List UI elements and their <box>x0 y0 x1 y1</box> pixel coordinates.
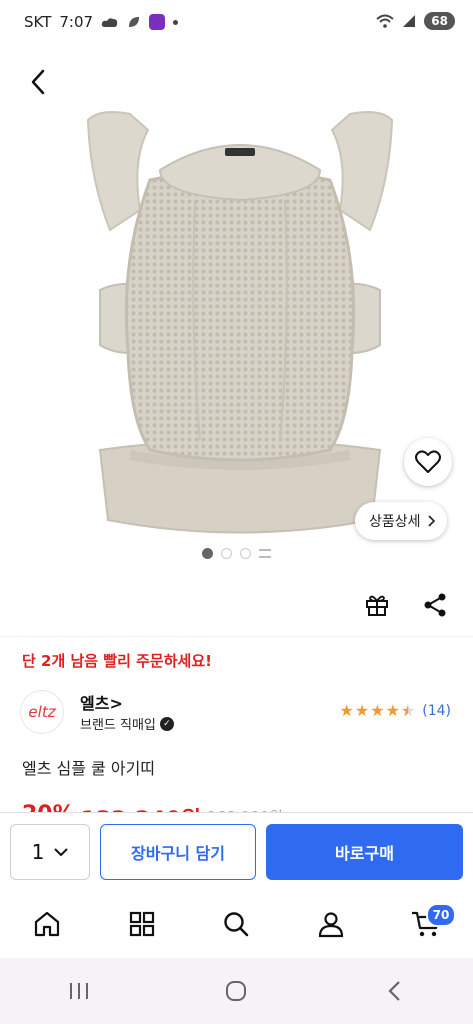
dot-icon <box>173 19 179 25</box>
star-icon: ★ <box>354 701 370 720</box>
category-icon <box>129 911 154 937</box>
star-icon: ★ <box>370 701 385 720</box>
chevron-left-icon <box>31 69 45 95</box>
chevron-right-icon <box>427 515 435 527</box>
battery-indicator: 68 <box>424 12 455 30</box>
gift-icon <box>366 595 388 616</box>
home-icon <box>35 911 60 937</box>
tab-home[interactable] <box>17 899 77 949</box>
verified-check-icon: ✓ <box>159 716 174 731</box>
back-button[interactable] <box>22 62 54 102</box>
product-detail-button[interactable]: 상품상세 <box>355 502 447 540</box>
status-left: SKT 7:07 <box>24 13 179 31</box>
purchase-bar: 1 장바구니 담기 바로구매 <box>0 812 473 892</box>
recent-apps-icon <box>69 983 88 999</box>
review-count[interactable]: (14) <box>422 703 451 719</box>
quantity-value: 1 <box>31 840 45 864</box>
system-back-button[interactable] <box>364 971 424 1011</box>
gift-button[interactable] <box>362 590 392 620</box>
clock-text: 7:07 <box>59 13 94 31</box>
heart-icon <box>415 450 441 473</box>
brand-logo-text: eltz <box>28 703 56 721</box>
tab-cart[interactable]: 70 <box>396 899 457 949</box>
status-right: 68 <box>376 12 455 30</box>
share-icon <box>424 593 446 617</box>
share-button[interactable] <box>420 590 450 620</box>
wishlist-button[interactable] <box>404 438 452 486</box>
recent-apps-button[interactable] <box>49 971 109 1011</box>
product-image[interactable] <box>60 100 420 560</box>
brand-subtitle-text: 브랜드 직매입 <box>80 718 156 733</box>
brand-logo[interactable]: eltz <box>20 690 64 734</box>
home-system-button[interactable] <box>206 971 266 1011</box>
tab-search[interactable] <box>206 899 266 949</box>
pager-dot[interactable] <box>221 548 232 559</box>
wifi-icon <box>376 14 394 28</box>
leaf-icon <box>129 17 140 27</box>
brand-subtitle: 브랜드 직매입 ✓ <box>80 714 174 733</box>
half-star-icon: ★ <box>400 701 416 720</box>
home-circle-icon <box>226 981 247 1001</box>
add-to-cart-button[interactable]: 장바구니 담기 <box>100 824 256 880</box>
chevron-down-icon <box>54 847 69 856</box>
cloud-icon <box>101 18 118 27</box>
pager-more-icon[interactable] <box>259 549 271 558</box>
cart-count-badge: 70 <box>425 903 457 927</box>
quantity-select[interactable]: 1 <box>10 824 90 880</box>
brand-name-link[interactable]: 엘츠> <box>80 690 123 714</box>
star-icon: ★ <box>339 701 354 720</box>
system-navigation-bar <box>0 958 473 1024</box>
rating[interactable]: ★ ★ ★ ★ ★ (14) <box>340 701 451 720</box>
star-icon: ★ <box>385 701 400 720</box>
back-arrow-icon <box>388 981 400 1001</box>
signal-icon <box>403 15 416 27</box>
tab-my-page[interactable] <box>301 899 361 949</box>
tab-category[interactable] <box>112 899 172 949</box>
app-icon <box>149 14 166 30</box>
pager-dot[interactable] <box>240 548 251 559</box>
status-bar: SKT 7:07 68 <box>0 0 473 48</box>
product-title: 엘츠 심플 쿨 아기띠 <box>22 759 156 778</box>
stock-alert: 단 2개 남음 빨리 주문하세요! <box>22 652 212 670</box>
image-pager <box>0 548 473 559</box>
bottom-tab-bar: 70 <box>0 892 473 956</box>
pager-dot[interactable] <box>202 548 213 559</box>
carrier-text: SKT <box>24 13 52 31</box>
product-detail-label: 상품상세 <box>369 514 421 530</box>
search-icon <box>224 912 249 937</box>
buy-now-button[interactable]: 바로구매 <box>266 824 463 880</box>
my-page-icon <box>318 912 344 938</box>
divider <box>0 636 473 637</box>
